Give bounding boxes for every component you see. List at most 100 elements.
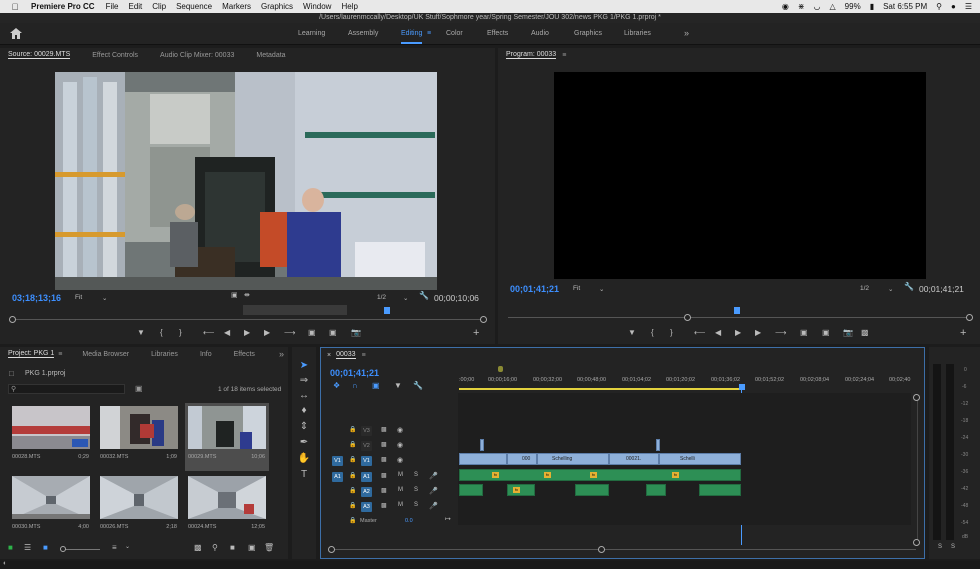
chevron-down-icon[interactable]: ⌄: [888, 285, 893, 293]
mute-button[interactable]: M: [398, 502, 403, 508]
scroll-handle-left[interactable]: [684, 314, 691, 321]
program-resolution-dropdown[interactable]: 1/2: [860, 285, 869, 292]
tab-source[interactable]: Source: 00029.MTS: [8, 51, 71, 59]
solo-button[interactable]: S: [414, 472, 418, 478]
extract-icon[interactable]: ▣: [822, 328, 830, 337]
track-target-v3[interactable]: V3: [361, 426, 372, 436]
go-to-in-icon[interactable]: ⟵: [694, 328, 705, 337]
insert-overwrite-icon[interactable]: ⇼: [244, 291, 250, 299]
more-panels-icon[interactable]: »: [279, 349, 284, 359]
v1-clip[interactable]: Schelli: [659, 453, 741, 465]
source-patch-v1[interactable]: V1: [332, 456, 343, 466]
source-in-out-range[interactable]: [243, 305, 347, 315]
apple-icon[interactable]: : [9, 2, 21, 12]
add-marker-icon[interactable]: ▼: [628, 328, 636, 337]
lock-icon[interactable]: 🔒: [349, 502, 356, 509]
close-icon[interactable]: ×: [327, 352, 331, 359]
creative-cloud-icon[interactable]: ◉: [782, 2, 789, 11]
razor-tool-icon[interactable]: ♦: [297, 405, 311, 416]
a2-clip[interactable]: [646, 484, 666, 496]
track-select-tool-icon[interactable]: ⇒: [297, 375, 311, 386]
source-patch-a1[interactable]: A1: [332, 472, 343, 482]
v2-clip[interactable]: [656, 439, 660, 451]
battery-icon[interactable]: ▮: [870, 2, 874, 11]
tab-program[interactable]: Program: 00033: [506, 51, 557, 59]
v1-clip[interactable]: 00021.: [609, 453, 659, 465]
mark-in-icon[interactable]: {: [651, 328, 654, 337]
tab-info[interactable]: Info: [200, 351, 212, 358]
button-editor-icon[interactable]: +: [473, 327, 479, 339]
type-tool-icon[interactable]: T: [297, 469, 311, 480]
menu-graphics[interactable]: Graphics: [261, 2, 293, 11]
program-zoom-scrollbar[interactable]: [508, 317, 968, 318]
selection-tool-icon[interactable]: ➤: [297, 360, 311, 371]
in-marker[interactable]: [498, 366, 503, 372]
workspace-libraries[interactable]: Libraries: [624, 30, 651, 37]
sync-lock-icon[interactable]: ▩: [381, 456, 387, 463]
a2-clip[interactable]: [699, 484, 741, 496]
lock-icon[interactable]: 🔒: [349, 487, 356, 494]
chevron-down-icon[interactable]: ⌄: [102, 294, 107, 302]
step-back-icon[interactable]: ◀: [715, 328, 721, 337]
v2-clip[interactable]: [480, 439, 484, 451]
a1-clip[interactable]: fx fx fx fx: [459, 469, 741, 481]
scroll-handle-left[interactable]: [328, 546, 335, 553]
source-resolution-dropdown[interactable]: 1/2: [377, 294, 386, 301]
track-target-a3[interactable]: A3: [361, 502, 372, 512]
panel-menu-icon[interactable]: ≡: [562, 52, 566, 59]
mute-button[interactable]: M: [398, 487, 403, 493]
clock[interactable]: Sat 6:55 PM: [883, 2, 927, 11]
track-target-v1[interactable]: V1: [361, 456, 372, 466]
source-video-frame[interactable]: [55, 72, 437, 290]
solo-right-button[interactable]: S: [951, 544, 955, 550]
tab-project[interactable]: Project: PKG 1: [8, 350, 55, 358]
more-workspaces-icon[interactable]: »: [684, 28, 689, 38]
button-editor-icon[interactable]: +: [960, 327, 966, 339]
source-playhead-timecode[interactable]: 03;18;13;16: [12, 293, 61, 303]
tab-media-browser[interactable]: Media Browser: [82, 351, 129, 358]
lock-icon[interactable]: 🔒: [349, 441, 356, 448]
a2-clip[interactable]: [459, 484, 483, 496]
tab-libraries[interactable]: Libraries: [151, 351, 178, 358]
play-icon[interactable]: ▶: [735, 328, 741, 337]
add-marker-icon[interactable]: ▼: [394, 381, 402, 390]
project-search-input[interactable]: ⚲: [8, 384, 125, 394]
mark-out-icon[interactable]: }: [670, 328, 673, 337]
insert-icon[interactable]: ▣: [308, 328, 316, 337]
track-target-v2[interactable]: V2: [361, 441, 372, 451]
mark-in-icon[interactable]: {: [160, 328, 163, 337]
wrench-icon[interactable]: 🔧: [419, 291, 429, 300]
comparison-view-icon[interactable]: ▩: [861, 328, 869, 337]
eye-icon[interactable]: ◉: [397, 441, 403, 449]
go-to-out-icon[interactable]: ⟶: [775, 328, 786, 337]
workspace-color[interactable]: Color: [446, 30, 463, 37]
sync-lock-icon[interactable]: ▩: [381, 502, 387, 509]
new-bin-icon[interactable]: ■: [230, 543, 235, 552]
track-target-a1[interactable]: A1: [361, 472, 372, 482]
eye-icon[interactable]: ◉: [397, 456, 403, 464]
chevron-down-icon[interactable]: ⌄: [125, 543, 130, 550]
workspace-editing[interactable]: Editing: [401, 30, 423, 44]
lift-icon[interactable]: ▣: [800, 328, 808, 337]
lock-icon[interactable]: ■: [8, 543, 13, 552]
nest-icon[interactable]: ❖: [333, 381, 340, 390]
tab-audio-clip-mixer[interactable]: Audio Clip Mixer: 00033: [160, 52, 234, 59]
lock-icon[interactable]: 🔒: [349, 517, 356, 524]
menu-markers[interactable]: Markers: [222, 2, 251, 11]
add-marker-icon[interactable]: ▼: [137, 328, 145, 337]
export-frame-icon[interactable]: 📷: [843, 328, 853, 337]
ripple-edit-tool-icon[interactable]: ↔: [297, 390, 311, 401]
sync-lock-icon[interactable]: ▩: [381, 441, 387, 448]
find-icon[interactable]: ⚲: [212, 543, 218, 552]
chevron-down-icon[interactable]: ⌄: [599, 285, 604, 293]
program-playhead[interactable]: [734, 307, 740, 314]
timeline-playhead-head[interactable]: [739, 384, 745, 390]
menu-file[interactable]: File: [106, 2, 119, 11]
program-playhead-timecode[interactable]: 00;01;41;21: [510, 284, 559, 294]
lock-icon[interactable]: 🔒: [349, 456, 356, 463]
a2-clip[interactable]: fx: [507, 484, 535, 496]
menu-edit[interactable]: Edit: [128, 2, 142, 11]
step-forward-icon[interactable]: ▶: [755, 328, 761, 337]
siri-icon[interactable]: ●: [951, 2, 956, 11]
sync-lock-icon[interactable]: ▩: [381, 487, 387, 494]
